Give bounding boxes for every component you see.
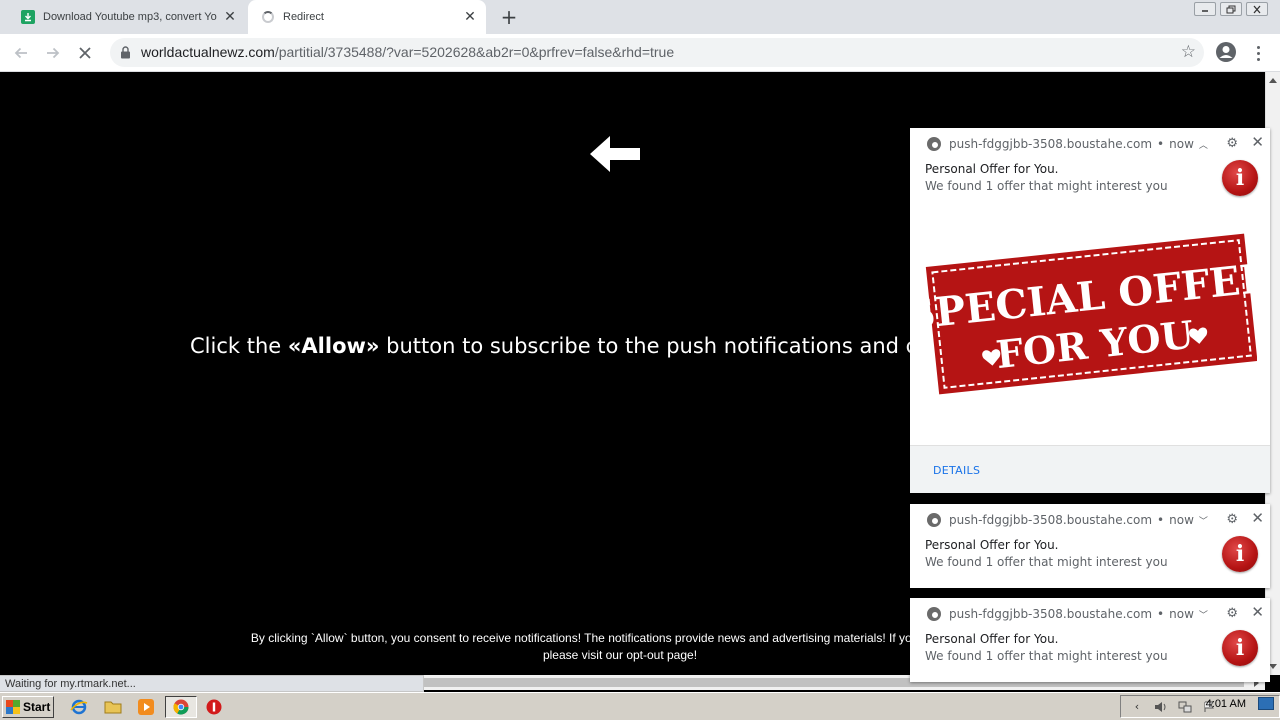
- notification-body: We found 1 offer that might interest you: [925, 649, 1168, 663]
- window-controls: [1194, 2, 1268, 16]
- arrow-back-icon: [14, 47, 27, 59]
- notification-origin: push-fdggjbb-3508.boustahe.com: [949, 607, 1153, 621]
- loading-spinner-icon: [260, 10, 275, 25]
- bookmark-star-icon[interactable]: ☆: [1181, 42, 1196, 62]
- notification-title: Personal Offer for You.: [925, 162, 1059, 176]
- network-icon[interactable]: [1177, 700, 1193, 714]
- back-button[interactable]: [8, 40, 34, 66]
- chevron-down-icon[interactable]: ﹀: [1199, 608, 1208, 621]
- new-tab-button[interactable]: +: [498, 5, 520, 29]
- lock-icon: [121, 46, 130, 59]
- address-bar[interactable]: worldactualnewz.com/partitial/3735488/?v…: [110, 38, 1204, 67]
- chrome-taskbar-button[interactable]: [165, 696, 197, 718]
- restore-icon[interactable]: [1220, 2, 1242, 16]
- tray-chevron-icon[interactable]: ‹: [1129, 700, 1145, 714]
- tab-redirect[interactable]: Redirect ✕: [248, 0, 486, 34]
- push-notification[interactable]: push-fdggjbb-3508.boustahe.com • now ﹀ ⚙…: [910, 504, 1270, 588]
- minimize-icon[interactable]: [1194, 2, 1216, 16]
- volume-icon[interactable]: [1153, 700, 1169, 714]
- windows-taskbar: Start ‹ 4:01 AM: [0, 692, 1280, 720]
- tab-strip: Download Youtube mp3, convert Yo ✕ Redir…: [0, 0, 1280, 34]
- tab-close-icon[interactable]: ✕: [460, 7, 480, 27]
- push-notification-expanded[interactable]: push-fdggjbb-3508.boustahe.com • now ︿ ⚙…: [910, 128, 1270, 493]
- show-desktop-icon[interactable]: [1258, 697, 1274, 710]
- stop-x-icon: [79, 47, 91, 59]
- notification-body: We found 1 offer that might interest you: [925, 179, 1168, 193]
- start-label: Start: [23, 700, 51, 714]
- chrome-icon: [927, 513, 941, 527]
- close-icon[interactable]: ✕: [1251, 509, 1264, 527]
- notification-title: Personal Offer for You.: [925, 538, 1059, 552]
- arrow-forward-icon: [47, 47, 60, 59]
- subscribe-headline: Click the «Allow» button to subscribe to…: [190, 334, 918, 358]
- info-icon: i: [1222, 536, 1258, 572]
- chevron-down-icon[interactable]: ﹀: [1199, 514, 1208, 527]
- tab-title: Download Youtube mp3, convert Yo: [43, 11, 217, 23]
- gear-icon[interactable]: ⚙: [1226, 512, 1238, 527]
- tab-title: Redirect: [283, 11, 324, 23]
- scroll-down-icon[interactable]: [1269, 664, 1277, 669]
- clock[interactable]: 4:01 AM: [1206, 698, 1246, 710]
- notification-actions: DETAILS: [910, 445, 1270, 493]
- status-bubble: Waiting for my.rtmark.net...: [0, 675, 424, 692]
- browser-menu-icon[interactable]: [1250, 42, 1266, 64]
- chrome-icon: [927, 607, 941, 621]
- stop-sign-icon[interactable]: [205, 698, 223, 716]
- notification-time: now: [1169, 607, 1194, 621]
- push-notification[interactable]: push-fdggjbb-3508.boustahe.com • now ﹀ ⚙…: [910, 598, 1270, 682]
- forward-button[interactable]: [40, 40, 66, 66]
- internet-explorer-icon[interactable]: [70, 698, 88, 716]
- notification-header: push-fdggjbb-3508.boustahe.com • now ﹀: [927, 607, 1208, 621]
- folder-icon[interactable]: [104, 698, 122, 716]
- windows-logo-icon: [6, 700, 20, 714]
- chrome-logo-icon: [173, 699, 189, 715]
- profile-avatar-icon[interactable]: [1215, 41, 1237, 63]
- url-text: worldactualnewz.com/partitial/3735488/?v…: [141, 44, 674, 60]
- chevron-up-icon[interactable]: ︿: [1199, 138, 1208, 151]
- notification-header: push-fdggjbb-3508.boustahe.com • now ﹀: [927, 513, 1208, 527]
- gear-icon[interactable]: ⚙: [1226, 606, 1238, 621]
- url-path: /partitial/3735488/?var=5202628&ab2r=0&p…: [274, 44, 675, 60]
- close-icon[interactable]: ✕: [1251, 133, 1264, 151]
- download-favicon-icon: [20, 10, 35, 25]
- opt-out-link[interactable]: opt-out page!: [626, 648, 697, 662]
- media-player-icon[interactable]: [137, 698, 155, 716]
- system-tray: ‹: [1120, 695, 1280, 718]
- stop-loading-button[interactable]: [72, 40, 98, 66]
- close-icon[interactable]: ✕: [1251, 603, 1264, 621]
- notification-title: Personal Offer for You.: [925, 632, 1059, 646]
- details-button[interactable]: DETAILS: [933, 464, 980, 477]
- url-host: worldactualnewz.com: [141, 44, 275, 60]
- close-window-icon[interactable]: [1246, 2, 1268, 16]
- notification-time: now: [1169, 513, 1194, 527]
- allow-emphasis: «Allow»: [287, 334, 380, 358]
- start-button[interactable]: Start: [2, 696, 54, 718]
- info-icon: i: [1222, 160, 1258, 196]
- info-icon: i: [1222, 630, 1258, 666]
- notification-body: We found 1 offer that might interest you: [925, 555, 1168, 569]
- arrow-left-icon: [590, 136, 640, 172]
- notification-origin: push-fdggjbb-3508.boustahe.com: [949, 513, 1153, 527]
- gear-icon[interactable]: ⚙: [1226, 136, 1238, 151]
- notification-time: now: [1169, 137, 1194, 151]
- special-offer-image: SPECIAL OFFER FOR YOU: [925, 233, 1257, 395]
- tab-close-icon[interactable]: ✕: [220, 7, 240, 27]
- scroll-up-icon[interactable]: [1269, 78, 1277, 83]
- tab-youtube-download[interactable]: Download Youtube mp3, convert Yo ✕: [8, 0, 246, 34]
- notification-header: push-fdggjbb-3508.boustahe.com • now ︿: [927, 137, 1208, 151]
- chrome-icon: [927, 137, 941, 151]
- browser-toolbar: worldactualnewz.com/partitial/3735488/?v…: [0, 34, 1280, 72]
- notification-origin: push-fdggjbb-3508.boustahe.com: [949, 137, 1153, 151]
